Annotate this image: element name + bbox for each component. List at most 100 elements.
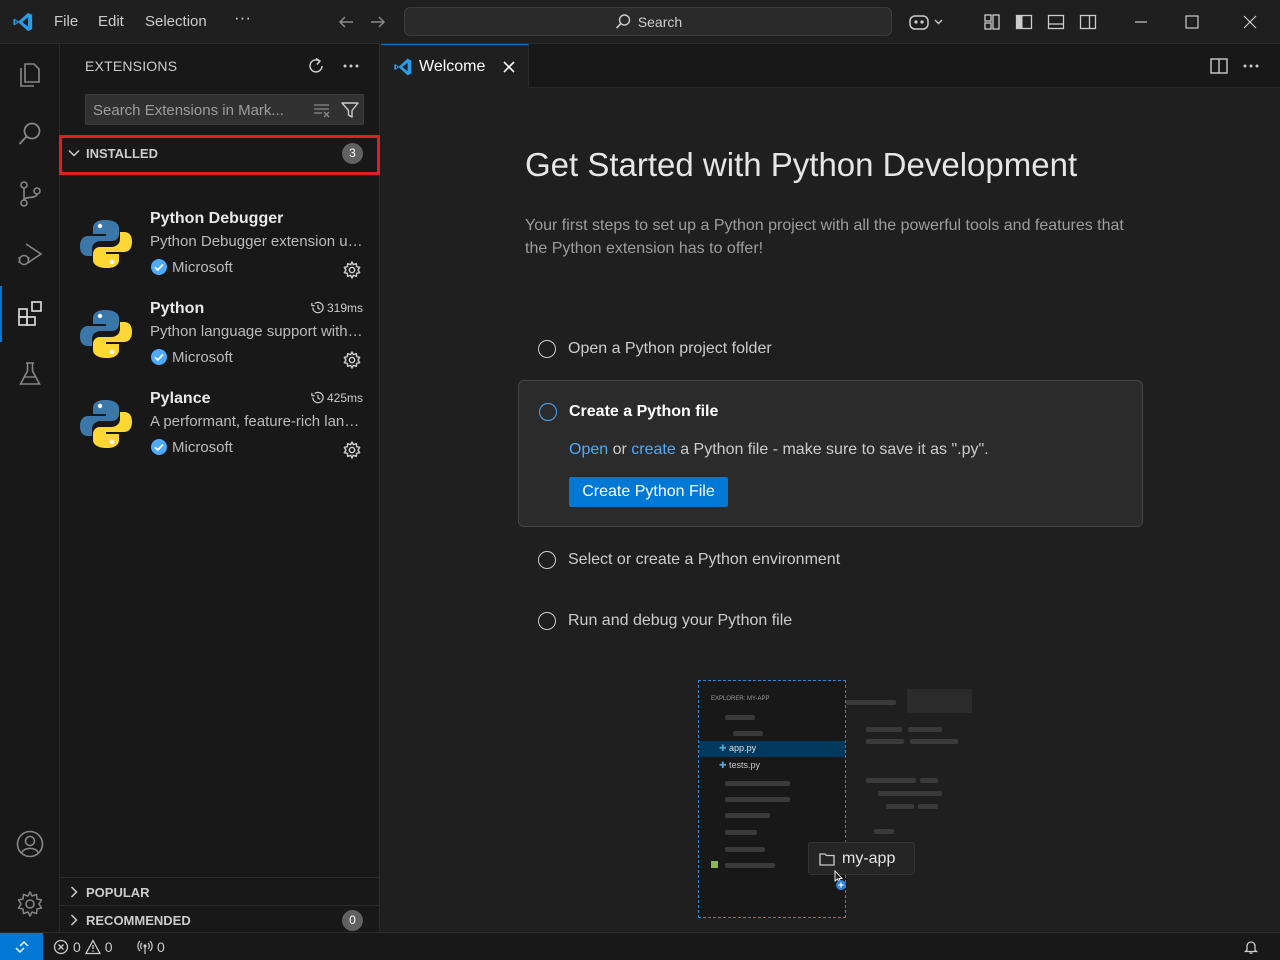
create-python-file-button[interactable]: Create Python File [569, 477, 728, 507]
extension-settings-gear-icon[interactable] [342, 440, 362, 460]
python-logo-icon [78, 396, 134, 452]
activation-time-value: 319ms [326, 300, 363, 315]
window-maximize-icon[interactable] [1178, 8, 1206, 36]
vscode-logo-icon [12, 11, 34, 33]
copilot-icon[interactable] [904, 8, 948, 36]
step-circle-icon [539, 403, 557, 421]
installed-section-header[interactable]: INSTALLED 3 [60, 139, 379, 167]
illustration-folder-name: my-app [842, 849, 896, 867]
search-view-icon[interactable] [0, 106, 60, 162]
menu-edit[interactable]: Edit [98, 10, 124, 34]
problems-indicator[interactable]: 0 0 [53, 933, 113, 960]
window-minimize-icon[interactable] [1127, 8, 1155, 36]
folder-icon [819, 852, 835, 866]
extension-item-pylance[interactable]: Pylance 425ms A performant, feature-rich… [60, 382, 379, 472]
verified-badge-icon [150, 348, 168, 366]
extensions-icon[interactable] [0, 286, 60, 342]
toggle-panel-icon[interactable] [1042, 8, 1070, 36]
popular-label: POPULAR [86, 884, 150, 900]
python-logo-icon [78, 306, 134, 362]
extension-name: Python Debugger [150, 210, 284, 227]
window-close-icon[interactable] [1236, 8, 1264, 36]
step-circle-icon [538, 612, 556, 630]
drag-cursor-add-icon [834, 870, 850, 892]
recommended-label: RECOMMENDED [86, 912, 191, 928]
remote-indicator-icon[interactable] [0, 933, 43, 960]
extension-name: Python [150, 300, 205, 317]
activity-bar [0, 44, 60, 932]
illustration-block [907, 689, 972, 713]
run-debug-icon[interactable] [0, 226, 60, 282]
chevron-right-icon [62, 885, 86, 899]
menu-more[interactable]: ··· [234, 6, 251, 30]
desc-or: or [612, 441, 627, 458]
publisher-name: Microsoft [172, 438, 233, 456]
recommended-count-badge: 0 [342, 909, 363, 931]
illustration-file-tests: ✚ tests.py [719, 760, 761, 770]
extensions-sidebar: EXTENSIONS INSTALLED 3 Python Debugger P… [60, 44, 380, 932]
recommended-section-header[interactable]: RECOMMENDED 0 [60, 906, 379, 934]
extension-publisher: Microsoft [150, 258, 233, 276]
notifications-bell-icon[interactable] [1243, 933, 1259, 960]
testing-flask-icon[interactable] [0, 346, 60, 402]
status-bar: 0 0 0 [0, 932, 1280, 960]
tab-label: Welcome [419, 57, 486, 75]
search-icon [614, 13, 632, 31]
illustration-file-app: ✚ app.py [719, 743, 757, 753]
extension-settings-gear-icon[interactable] [342, 260, 362, 280]
toggle-secondary-sidebar-icon[interactable] [1074, 8, 1102, 36]
menu-file[interactable]: File [54, 10, 78, 34]
forward-arrow-icon[interactable] [364, 8, 392, 36]
open-link[interactable]: Open [569, 441, 608, 458]
refresh-icon[interactable] [306, 56, 326, 76]
activation-time: 319ms [310, 300, 363, 315]
extension-item-python[interactable]: Python 319ms Python language support wit… [60, 292, 379, 382]
extension-item-python-debugger[interactable]: Python Debugger Python Debugger extensio… [60, 202, 379, 292]
python-logo-icon [78, 216, 134, 272]
verified-badge-icon [150, 438, 168, 456]
menu-selection[interactable]: Selection [145, 10, 207, 34]
step-label: Open a Python project folder [568, 340, 772, 357]
toggle-primary-sidebar-icon[interactable] [1010, 8, 1038, 36]
split-editor-icon[interactable] [1209, 56, 1229, 76]
back-arrow-icon[interactable] [332, 8, 360, 36]
close-icon[interactable] [502, 60, 516, 74]
explorer-icon[interactable] [0, 46, 60, 102]
activation-time: 425ms [310, 390, 363, 405]
manage-gear-icon[interactable] [0, 876, 60, 932]
step-run-debug[interactable]: Run and debug your Python file [538, 612, 792, 630]
history-clock-icon [310, 300, 325, 315]
extension-publisher: Microsoft [150, 348, 233, 366]
create-link[interactable]: create [631, 441, 675, 458]
extension-search-box [85, 94, 364, 125]
more-actions-icon[interactable] [341, 56, 361, 76]
ports-indicator[interactable]: 0 [137, 933, 165, 960]
step-open-folder[interactable]: Open a Python project folder [538, 340, 772, 358]
command-center-search[interactable]: Search [404, 7, 892, 36]
publisher-name: Microsoft [172, 348, 233, 366]
illustration-file-icon [711, 861, 718, 868]
extension-name: Pylance [150, 390, 211, 407]
filter-icon[interactable] [340, 100, 360, 120]
desc-rest: a Python file - make sure to save it as … [680, 441, 989, 458]
ports-count: 0 [157, 939, 165, 955]
tab-welcome[interactable]: Welcome [381, 44, 529, 88]
customize-layout-icon[interactable] [978, 8, 1006, 36]
title-bar: File Edit Selection ··· Search [0, 0, 1280, 44]
step-circle-icon [538, 340, 556, 358]
activation-time-value: 425ms [326, 390, 363, 405]
extension-settings-gear-icon[interactable] [342, 350, 362, 370]
source-control-icon[interactable] [0, 166, 60, 222]
extension-description: Python language support with extension a… [150, 323, 365, 340]
step-description: Open or create a Python file - make sure… [569, 441, 989, 459]
popular-section-header[interactable]: POPULAR [60, 878, 379, 906]
walkthrough-subtitle: Your first steps to set up a Python proj… [525, 217, 1124, 257]
accounts-icon[interactable] [0, 816, 60, 872]
installed-label: INSTALLED [86, 145, 158, 161]
extension-search-input[interactable] [93, 100, 303, 120]
clear-filter-icon[interactable] [312, 101, 332, 119]
step-select-environment[interactable]: Select or create a Python environment [538, 551, 840, 569]
step-create-file-card[interactable]: Create a Python file Open or create a Py… [518, 380, 1143, 527]
step-create-file: Create a Python file [539, 403, 718, 421]
editor-more-actions-icon[interactable] [1241, 56, 1261, 76]
